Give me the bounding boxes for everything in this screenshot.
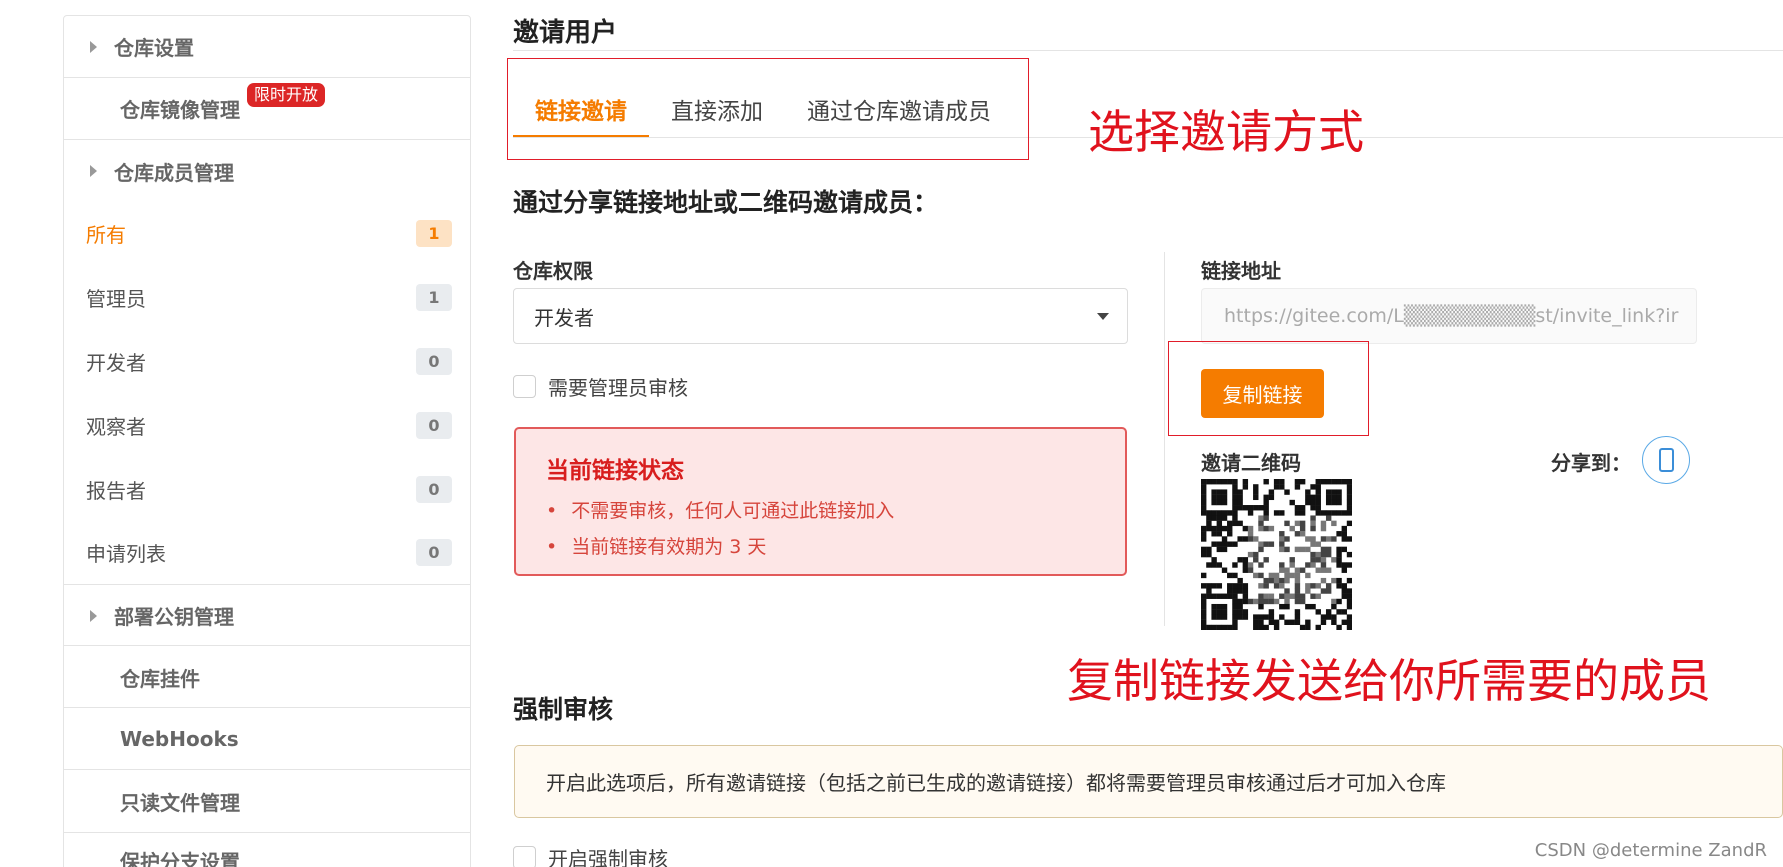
annotation-box-copy xyxy=(1168,341,1369,436)
sidebar-item-label: 只读文件管理 xyxy=(120,791,240,815)
caret-right-icon xyxy=(90,40,97,53)
sidebar-item-label: 部署公钥管理 xyxy=(114,605,234,629)
count-badge: 0 xyxy=(416,411,452,439)
need-approval-label: 需要管理员审核 xyxy=(548,376,688,400)
sidebar-item-label: 仓库镜像管理 xyxy=(120,98,240,122)
permission-label: 仓库权限 xyxy=(513,259,593,283)
divider xyxy=(513,50,1783,51)
sidebar-item-role-admin[interactable]: 管理员 1 xyxy=(64,265,470,329)
mobile-phone-icon xyxy=(1658,448,1674,472)
count-badge: 1 xyxy=(416,283,452,311)
sidebar-item-label: 开发者 xyxy=(86,350,146,375)
invite-qr-code xyxy=(1201,479,1352,630)
sidebar-item-label: 仓库成员管理 xyxy=(114,160,234,185)
link-status-title: 当前链接状态 xyxy=(546,458,684,484)
need-approval-checkbox-row[interactable]: 需要管理员审核 xyxy=(513,372,688,401)
caret-right-icon xyxy=(90,609,97,622)
sidebar-item-label: 保护分支设置 xyxy=(120,850,240,867)
count-badge: 0 xyxy=(416,347,452,375)
permission-selected-value: 开发者 xyxy=(534,305,594,330)
permission-select[interactable]: 开发者 xyxy=(513,288,1128,344)
count-badge: 0 xyxy=(416,539,452,566)
sidebar-item-members-manage[interactable]: 仓库成员管理 xyxy=(64,140,470,202)
sidebar-item-role-applications[interactable]: 申请列表 0 xyxy=(64,521,470,585)
sidebar-item-label: 报告者 xyxy=(86,478,146,503)
sidebar-item-label: 申请列表 xyxy=(86,542,166,566)
need-approval-checkbox[interactable] xyxy=(513,375,536,398)
watermark: CSDN @determine ZandR xyxy=(1534,840,1767,861)
count-badge: 1 xyxy=(416,219,452,247)
sidebar-item-role-all[interactable]: 所有 1 xyxy=(64,201,470,265)
sidebar-item-label: 仓库设置 xyxy=(114,36,194,60)
sidebar-item-role-observer[interactable]: 观察者 0 xyxy=(64,393,470,457)
count-badge: 0 xyxy=(416,475,452,503)
sidebar-item-label: 所有 xyxy=(86,222,126,247)
sidebar-item-role-developer[interactable]: 开发者 0 xyxy=(64,329,470,393)
share-mobile-button[interactable] xyxy=(1642,436,1690,484)
sidebar-item-label: WebHooks xyxy=(120,727,239,751)
link-address-label: 链接地址 xyxy=(1201,259,1281,283)
link-status-item: 当前链接有效期为 3 天 xyxy=(546,529,1095,565)
sidebar-item-role-reporter[interactable]: 报告者 0 xyxy=(64,457,470,521)
link-status-item: 不需要审核，任何人可通过此链接加入 xyxy=(546,493,1095,529)
annotation-copy-and-send: 复制链接发送给你所需要的成员 xyxy=(1067,654,1711,708)
sidebar-item-label: 观察者 xyxy=(86,414,146,439)
force-approval-title: 强制审核 xyxy=(513,695,614,724)
annotation-choose-method: 选择邀请方式 xyxy=(1088,105,1364,159)
page-title: 邀请用户 xyxy=(513,18,618,48)
force-approval-notice: 开启此选项后，所有邀请链接（包括之前已生成的邀请链接）都将需要管理员审核通过后才… xyxy=(514,745,1783,818)
sidebar-item-protected-branch[interactable]: 保护分支设置 xyxy=(64,834,470,867)
sidebar-item-readonly-files[interactable]: 只读文件管理 xyxy=(64,771,470,833)
qr-code-label: 邀请二维码 xyxy=(1201,451,1301,475)
caret-right-icon xyxy=(90,165,97,177)
force-approval-checkbox-row[interactable]: 开启强制审核 xyxy=(513,843,668,867)
sidebar-item-deploy-keys[interactable]: 部署公钥管理 xyxy=(64,586,470,646)
force-approval-label: 开启强制审核 xyxy=(548,847,668,867)
annotation-box-tabs xyxy=(507,58,1029,160)
sidebar-item-webhooks[interactable]: WebHooks xyxy=(64,709,470,770)
link-status-panel: 当前链接状态 不需要审核，任何人可通过此链接加入 当前链接有效期为 3 天 xyxy=(514,427,1127,576)
force-approval-checkbox[interactable] xyxy=(513,846,536,867)
section-subtitle: 通过分享链接地址或二维码邀请成员： xyxy=(513,188,939,217)
sidebar-item-plugins[interactable]: 仓库挂件 xyxy=(64,647,470,708)
sidebar-item-warehouse-settings[interactable]: 仓库设置 xyxy=(64,16,470,78)
limited-time-badge: 限时开放 xyxy=(247,83,326,107)
sidebar-item-mirror-manage[interactable]: 仓库镜像管理 限时开放 xyxy=(64,78,470,140)
sidebar-item-label: 仓库挂件 xyxy=(120,666,200,691)
share-to-label: 分享到： xyxy=(1551,451,1631,475)
caret-down-icon xyxy=(1097,313,1109,320)
column-divider xyxy=(1164,252,1165,626)
sidebar-item-label: 管理员 xyxy=(86,286,146,311)
settings-sidebar: 仓库设置 仓库镜像管理 限时开放 仓库成员管理 所有 1 管理员 1 开发者 0… xyxy=(63,15,471,867)
link-address-input[interactable]: https://gitee.com/L▒▒▒▒▒▒▒▒▒st/invite_li… xyxy=(1201,288,1697,344)
